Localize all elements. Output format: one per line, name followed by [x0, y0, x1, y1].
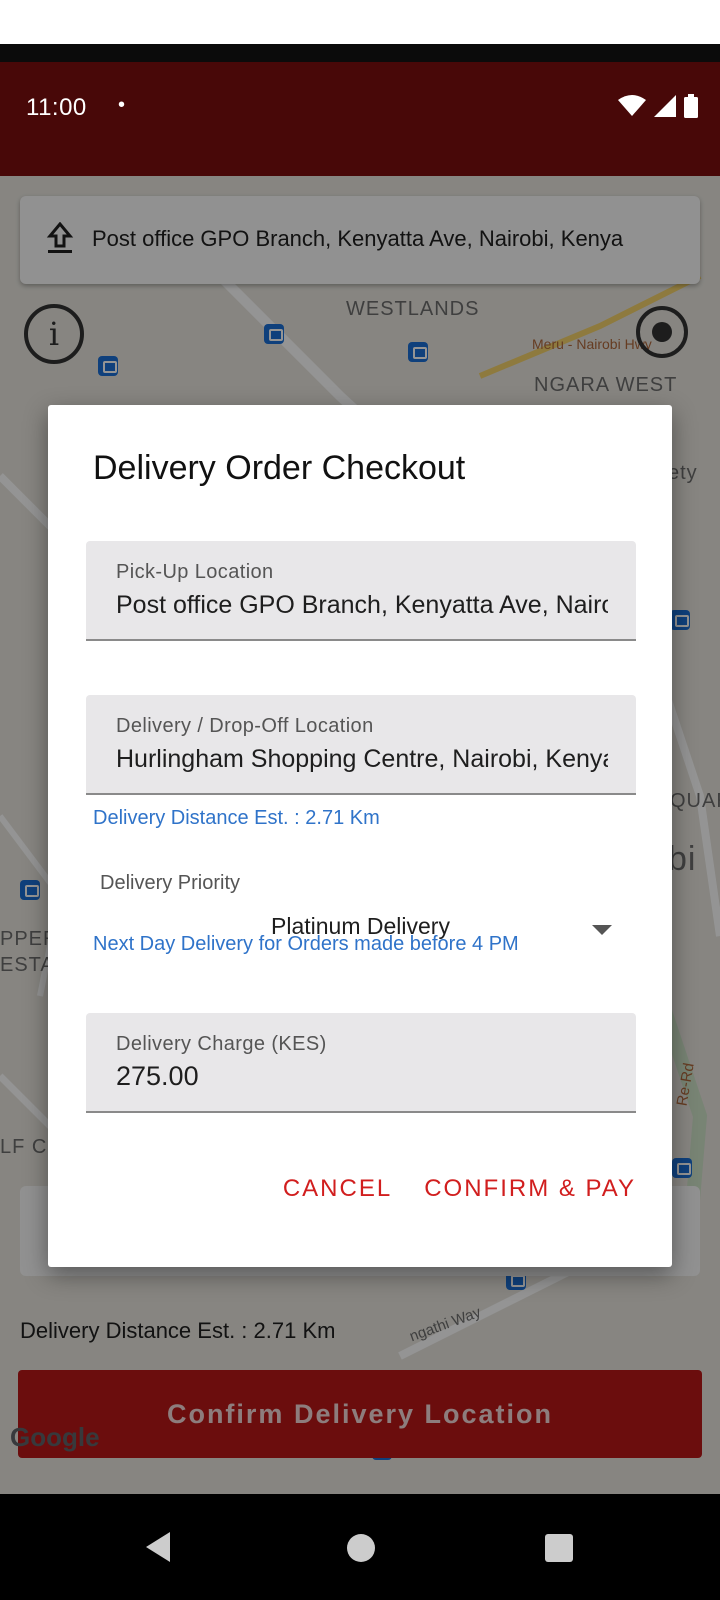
- delivery-charge-field[interactable]: Delivery Charge (KES) 275.00: [86, 1013, 636, 1113]
- dialog-title: Delivery Order Checkout: [93, 449, 466, 487]
- dialog-actions: CANCEL CONFIRM & PAY: [283, 1175, 636, 1203]
- recents-icon[interactable]: [545, 1534, 573, 1562]
- pickup-location-value: Post office GPO Branch, Kenyatta Ave, Na…: [116, 591, 608, 619]
- delivery-charge-value: 275.00: [116, 1061, 199, 1091]
- dropdown-arrow-icon: [592, 925, 612, 935]
- back-icon[interactable]: [146, 1532, 170, 1562]
- notification-dot: •: [118, 94, 126, 116]
- delivery-priority-note: Next Day Delivery for Orders made before…: [93, 933, 519, 955]
- cancel-button[interactable]: CANCEL: [283, 1175, 392, 1203]
- pickup-location-label: Pick-Up Location: [116, 561, 274, 583]
- dropoff-location-value: Hurlingham Shopping Centre, Nairobi, Ken…: [116, 745, 608, 773]
- home-icon[interactable]: [347, 1534, 375, 1562]
- delivery-distance-text: Delivery Distance Est. : 2.71 Km: [93, 807, 380, 829]
- delivery-charge-label: Delivery Charge (KES): [116, 1033, 327, 1055]
- status-time: 11:00: [26, 94, 87, 121]
- battery-icon: [684, 94, 698, 118]
- wifi-icon: [618, 95, 646, 116]
- top-strip: [0, 0, 720, 44]
- status-bar: 11:00 •: [0, 62, 720, 176]
- pickup-location-field[interactable]: Pick-Up Location Post office GPO Branch,…: [86, 541, 636, 641]
- cell-signal-icon: [654, 95, 676, 117]
- navigation-bar: [0, 1494, 720, 1600]
- status-icons: [618, 94, 698, 118]
- confirm-and-pay-button[interactable]: CONFIRM & PAY: [424, 1175, 636, 1203]
- checkout-dialog: Delivery Order Checkout Pick-Up Location…: [48, 405, 672, 1267]
- delivery-priority-label: Delivery Priority: [100, 872, 241, 894]
- dropoff-location-label: Delivery / Drop-Off Location: [116, 715, 374, 737]
- dropoff-location-field[interactable]: Delivery / Drop-Off Location Hurlingham …: [86, 695, 636, 795]
- top-black-band: [0, 44, 720, 64]
